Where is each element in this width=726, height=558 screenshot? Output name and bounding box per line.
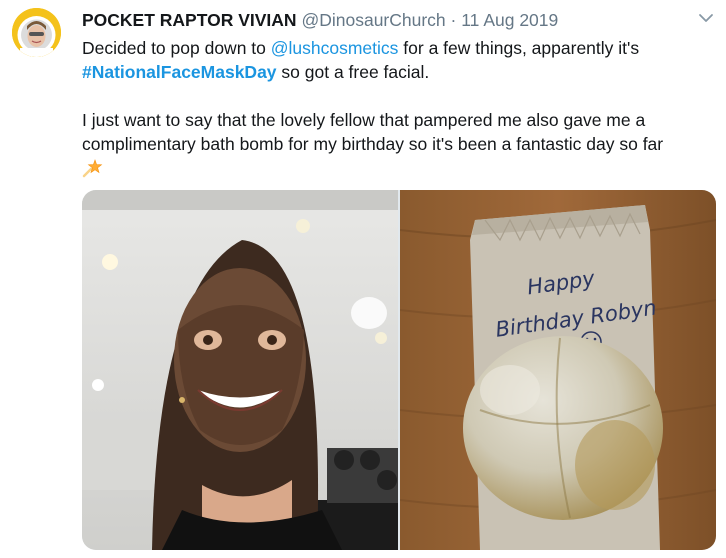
author-avatar[interactable] [12,8,61,57]
shooting-star-icon [82,156,104,178]
chevron-down-icon [699,14,713,22]
hashtag-link[interactable]: #NationalFaceMaskDay [82,62,277,82]
tweet-date[interactable]: 11 Aug 2019 [461,10,558,30]
text-fragment: I just want to say that the lovely fello… [82,110,664,154]
header-separator: · [450,10,457,30]
text-fragment: for a few things, apparently it's [398,38,640,58]
tweet-media[interactable]: Happy Birthday Robyn [82,190,716,550]
tweet-paragraph-2: I just want to say that the lovely fello… [82,108,714,180]
tweet-menu-button[interactable] [698,10,714,26]
mention-link[interactable]: @lushcosmetics [271,38,399,58]
author-handle[interactable]: @DinosaurChurch [301,10,445,30]
tweet-header: POCKET RAPTOR VIVIAN @DinosaurChurch · 1… [82,9,558,31]
astronaut-avatar-icon [12,8,61,57]
tweet-text: Decided to pop down to @lushcosmetics fo… [82,36,714,180]
bath-bomb-on-bag-photo[interactable]: Happy Birthday Robyn [399,190,716,550]
text-fragment: Decided to pop down to [82,38,271,58]
text-fragment: so got a free facial. [276,62,430,82]
author-display-name[interactable]: POCKET RAPTOR VIVIAN [82,10,297,30]
tweet-paragraph-1: Decided to pop down to @lushcosmetics fo… [82,36,714,84]
selfie-face-mask-photo[interactable] [82,190,398,550]
